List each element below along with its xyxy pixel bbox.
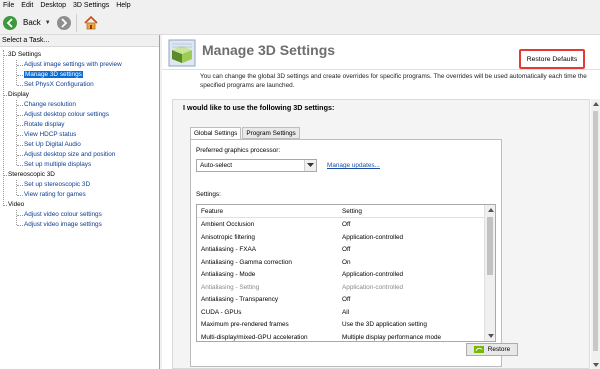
restore-button-label: Restore (487, 346, 511, 353)
task-change-resolution[interactable]: Change resolution (0, 100, 159, 110)
table-row[interactable]: CUDA - GPUs All (197, 306, 485, 319)
table-row[interactable]: Multi-display/mixed-GPU acceleration Mult… (197, 331, 485, 342)
toolbar: Back ▼ (0, 11, 600, 35)
task-set-up-stereoscopic-3d[interactable]: Set up stereoscopic 3D (0, 180, 159, 190)
global-settings-panel: Preferred graphics processor: Auto-selec… (190, 139, 518, 367)
scroll-down-icon[interactable] (485, 331, 495, 341)
settings-panel: I would like to use the following 3D set… (172, 99, 590, 369)
toolbar-separator (75, 13, 77, 32)
sidebar-title: Select a Task... (0, 35, 159, 47)
tab-program-settings[interactable]: Program Settings (242, 127, 300, 139)
column-header-setting: Setting (342, 208, 362, 215)
back-button-label[interactable]: Back (23, 18, 41, 27)
back-arrow-icon[interactable] (3, 15, 17, 30)
menu-file[interactable]: File (3, 0, 14, 11)
main-content: Manage 3D Settings Restore Defaults You … (162, 35, 600, 369)
task-view-rating-for-games[interactable]: View rating for games (0, 190, 159, 200)
table-row[interactable]: Antialiasing - Mode Application-controlle… (197, 268, 485, 281)
forward-arrow-icon[interactable] (56, 15, 71, 30)
menu-bar: File Edit Desktop 3D Settings Help (0, 0, 600, 11)
tree-category-stereoscopic-3d[interactable]: Stereoscopic 3D (0, 170, 159, 180)
preferred-gpu-value: Auto-select (200, 162, 232, 169)
table-scrollbar[interactable] (484, 205, 495, 341)
manage-updates-link[interactable]: Manage updates... (327, 162, 380, 169)
column-header-feature: Feature (201, 208, 224, 215)
table-row[interactable]: Antialiasing - FXAA Off (197, 243, 485, 256)
restore-button[interactable]: Restore (466, 343, 518, 356)
task-adjust-image-settings[interactable]: Adjust image settings with preview (0, 60, 159, 70)
settings-label: Settings: (196, 191, 221, 198)
back-history-dropdown-icon[interactable]: ▼ (45, 20, 51, 26)
table-row[interactable]: Anisotropic filtering Application-control… (197, 231, 485, 244)
task-set-physx-configuration[interactable]: Set PhysX Configuration (0, 80, 159, 90)
section-title: I would like to use the following 3D set… (183, 103, 335, 112)
table-header: Feature Setting (197, 205, 485, 218)
tree-category-video[interactable]: Video (0, 200, 159, 210)
page-scrollbar[interactable] (591, 99, 600, 369)
page-scrollbar-thumb[interactable] (593, 111, 598, 351)
task-view-hdcp-status[interactable]: View HDCP status (0, 130, 159, 140)
task-manage-3d-settings[interactable]: Manage 3D settings (0, 70, 159, 80)
tree-category-3d-settings[interactable]: 3D Settings (0, 50, 159, 60)
nvidia-logo-icon (473, 346, 484, 353)
task-adjust-desktop-colour[interactable]: Adjust desktop colour settings (0, 110, 159, 120)
table-row[interactable]: Maximum pre-rendered frames Use the 3D ap… (197, 318, 485, 331)
page-description: You can change the global 3D settings an… (200, 73, 587, 89)
task-sidebar: Select a Task... 3D Settings Adjust imag… (0, 35, 160, 369)
scroll-up-icon[interactable] (485, 205, 495, 215)
header-divider (162, 69, 600, 70)
settings-table: Feature Setting Ambient Occlusion Off Ani… (196, 204, 496, 342)
table-row[interactable]: Antialiasing - Transparency Off (197, 293, 485, 306)
task-set-up-digital-audio[interactable]: Set Up Digital Audio (0, 140, 159, 150)
table-row[interactable]: Ambient Occlusion Off (197, 218, 485, 231)
settings-tabs: Global Settings Program Settings (190, 127, 301, 140)
menu-3d-settings[interactable]: 3D Settings (73, 0, 109, 11)
task-adjust-video-colour[interactable]: Adjust video colour settings (0, 210, 159, 220)
page-title: Manage 3D Settings (202, 42, 336, 58)
scroll-up-icon[interactable] (591, 99, 600, 108)
menu-edit[interactable]: Edit (21, 0, 33, 11)
tree-category-display[interactable]: Display (0, 90, 159, 100)
menu-desktop[interactable]: Desktop (40, 0, 66, 11)
3d-settings-icon (168, 39, 196, 67)
table-row[interactable]: Antialiasing - Gamma correction On (197, 256, 485, 269)
home-icon[interactable] (82, 14, 100, 32)
task-set-up-multiple-displays[interactable]: Set up multiple displays (0, 160, 159, 170)
task-adjust-desktop-size[interactable]: Adjust desktop size and position (0, 150, 159, 160)
restore-defaults-button[interactable]: Restore Defaults (519, 49, 585, 69)
task-adjust-video-image[interactable]: Adjust video image settings (0, 220, 159, 230)
task-tree: 3D Settings Adjust image settings with p… (0, 47, 159, 230)
table-row[interactable]: Antialiasing - Setting Application-contro… (197, 281, 485, 294)
chevron-down-icon[interactable] (304, 160, 316, 171)
scroll-down-icon[interactable] (591, 360, 600, 369)
menu-help[interactable]: Help (116, 0, 130, 11)
preferred-gpu-select[interactable]: Auto-select (196, 159, 317, 172)
preferred-gpu-label: Preferred graphics processor: (196, 147, 281, 154)
task-rotate-display[interactable]: Rotate display (0, 120, 159, 130)
table-scrollbar-thumb[interactable] (487, 217, 493, 275)
